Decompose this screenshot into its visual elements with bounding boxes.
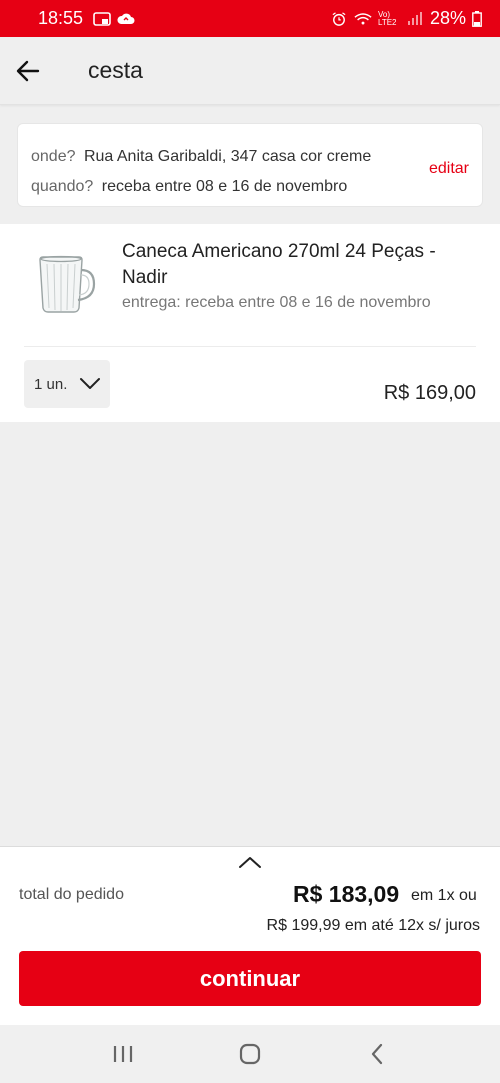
continue-button[interactable]: continuar (19, 951, 481, 1006)
delivery-address: Rua Anita Garibaldi, 347 casa cor creme (83, 148, 372, 165)
arrow-left-icon (16, 60, 40, 81)
when-label: quando? (31, 178, 94, 195)
total-amount: R$ 183,09 (293, 881, 400, 907)
home-icon (239, 1043, 261, 1065)
page-title: cesta (88, 57, 143, 83)
total-suffix: em 1x ou (411, 887, 477, 904)
edit-delivery-link[interactable]: editar (429, 160, 469, 178)
recent-apps-button[interactable] (103, 1034, 143, 1074)
delivery-date-line: quando? receba entre 08 e 16 de novembro (31, 172, 482, 202)
product-name[interactable]: Caneca Americano 270ml 24 Peças - Nadir (122, 239, 462, 291)
alarm-icon (332, 11, 346, 26)
product-price: R$ 169,00 (383, 382, 476, 404)
back-button[interactable] (0, 43, 56, 99)
chevron-down-icon (80, 378, 101, 389)
network-label: Vo) LTE2 (377, 9, 397, 27)
status-time: 18:55 (38, 8, 84, 28)
back-nav-icon (371, 1043, 382, 1065)
signal-icon (407, 11, 422, 25)
system-nav-bar (0, 1025, 500, 1083)
cloud-sync-icon (117, 13, 135, 24)
where-label: onde? (31, 148, 76, 165)
cart-item: Caneca Americano 270ml 24 Peças - Nadir … (0, 224, 500, 422)
quantity-selector[interactable]: 1 un. (24, 360, 110, 408)
cast-icon (93, 11, 111, 26)
delivery-info-card: onde? Rua Anita Garibaldi, 347 casa cor … (17, 123, 483, 207)
product-image[interactable] (34, 254, 98, 316)
quantity-value: 1 un. (34, 375, 68, 393)
battery-icon (472, 10, 482, 27)
recent-apps-icon (114, 1046, 133, 1062)
back-nav-button[interactable] (357, 1034, 397, 1074)
total-label: total do pedido (19, 886, 124, 903)
home-button[interactable] (230, 1034, 270, 1074)
battery-percent: 28% (429, 8, 466, 28)
installments-text: R$ 199,99 em até 12x s/ juros (266, 917, 480, 934)
status-bar: 18:55 Vo) LTE2 28% (0, 0, 500, 37)
divider (24, 346, 476, 347)
chevron-up-icon[interactable] (236, 853, 264, 873)
product-delivery-text: entrega: receba entre 08 e 16 de novembr… (122, 294, 431, 311)
delivery-address-line: onde? Rua Anita Garibaldi, 347 casa cor … (31, 142, 482, 172)
order-summary-panel: total do pedido R$ 183,09 em 1x ou R$ 19… (0, 846, 500, 1025)
wifi-icon (354, 12, 372, 24)
delivery-window: receba entre 08 e 16 de novembro (101, 178, 348, 195)
app-header: cesta (0, 37, 500, 105)
